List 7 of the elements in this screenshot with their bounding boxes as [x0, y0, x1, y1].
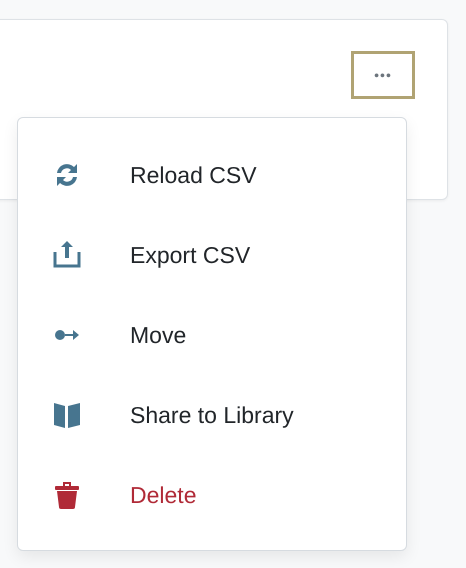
menu-item[interactable]: Move [18, 295, 406, 375]
menu-item[interactable]: Share to Library [18, 375, 406, 455]
arrow-icon [54, 329, 80, 341]
more-button[interactable]: ••• [351, 51, 415, 99]
menu-item[interactable]: Delete [18, 455, 406, 535]
menu-item[interactable]: Reload CSV [18, 135, 406, 215]
menu-item[interactable]: Export CSV [18, 215, 406, 295]
